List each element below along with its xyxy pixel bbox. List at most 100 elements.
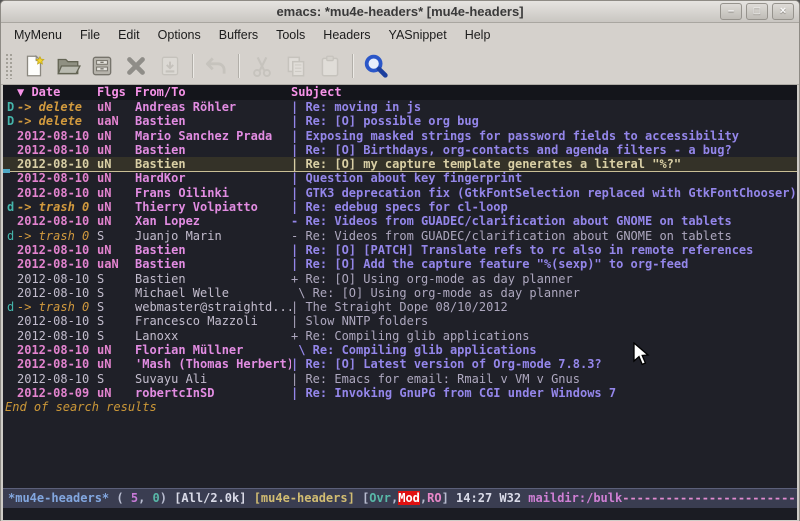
modeline-segment-tan: [mu4e-headers] [254,491,362,505]
save-as-button [153,50,187,82]
header-date-col[interactable]: ▼ Date [17,85,97,100]
new-file-button[interactable] [17,50,51,82]
message-flags: uN [97,214,135,228]
message-flags: uN [97,357,135,371]
message-subject: | Re: Emacs for email: Rmail v VM v Gnus [291,372,797,386]
modeline-segment-base: ) [160,491,174,505]
message-row[interactable]: 2012-08-10uNFrans Oilinki| GTK3 deprecat… [3,186,797,200]
message-row[interactable]: 2012-08-10uNBastien| Re: [O] Birthdays, … [3,143,797,157]
message-from: Bastien [135,243,291,257]
message-row[interactable]: 2012-08-10SLanoxx+ Re: Compiling glib ap… [3,329,797,343]
message-flags: uN [97,171,135,185]
message-row[interactable]: 2012-08-10uNFlorian Müllner \ Re: Compil… [3,343,797,357]
message-subject: | Question about key fingerprint [291,171,797,185]
toolbar-separator [192,54,194,78]
message-marker [3,329,17,343]
message-date: 2012-08-10 [17,129,97,143]
message-row[interactable]: 2012-08-10uNMario Sanchez Prada| Exposin… [3,129,797,143]
toolbar-separator [352,54,354,78]
message-row[interactable]: D-> deleteuNAndreas Röhler| Re: moving i… [3,100,797,114]
close-buffer-icon [123,53,149,79]
message-row[interactable]: D-> deleteuaNBastien| Re: [O] possible o… [3,114,797,128]
minimize-button[interactable]: – [720,3,742,20]
message-row[interactable]: d-> trash 0SJuanjo Marin- Re: Videos fro… [3,229,797,243]
message-subject: | Slow NNTP folders [291,314,797,328]
open-folder-button[interactable] [51,50,85,82]
message-row[interactable]: 2012-08-10uNHardKor| Question about key … [3,171,797,185]
menu-item-yasnippet[interactable]: YASnippet [380,25,456,45]
menu-item-buffers[interactable]: Buffers [210,25,267,45]
toolbar-separator [238,54,240,78]
message-date: 2012-08-10 [17,186,97,200]
message-row[interactable]: 2012-08-10uNBastien| Re: [O] my capture … [3,157,797,171]
menu-item-headers[interactable]: Headers [314,25,379,45]
message-row[interactable]: 2012-08-10uNXan Lopez- Re: Videos from G… [3,214,797,228]
message-from: Francesco Mazzoli [135,314,291,328]
header-marker-col [3,85,17,100]
message-from: Bastien [135,114,291,128]
modeline-segment-base: ( [116,491,130,505]
save-buffer-button[interactable] [85,50,119,82]
message-marker [3,343,17,357]
message-flags: S [97,229,135,243]
save-as-icon [157,53,183,79]
search-button[interactable] [359,50,393,82]
message-from: HardKor [135,171,291,185]
message-marker [3,143,17,157]
menu-item-file[interactable]: File [71,25,109,45]
headers-header-line: ▼ Date Flgs From/To Subject [3,85,797,100]
message-marker: D [3,114,17,128]
modeline-segment-base: , [138,491,152,505]
message-row[interactable]: d-> trash 0uNThierry Volpiatto| Re: edeb… [3,200,797,214]
message-row[interactable]: 2012-08-09uNrobertcInSD| Re: Invoking Gn… [3,386,797,400]
message-date: -> trash 0 [17,200,97,214]
modeline-segment-pink: 5 [131,491,138,505]
echo-area[interactable] [3,508,797,520]
message-row[interactable]: 2012-08-10uNBastien| Re: [O] [PATCH] Tra… [3,243,797,257]
message-subject: | Re: moving in js [291,100,797,114]
menu-item-options[interactable]: Options [149,25,210,45]
message-from: Juanjo Marin [135,229,291,243]
message-row[interactable]: 2012-08-10uN'Mash (Thomas Herbert)| Re: … [3,357,797,371]
message-flags: S [97,286,135,300]
message-row[interactable]: 2012-08-10uaNBastien| Re: [O] Add the ca… [3,257,797,271]
toolbar-drag-handle[interactable] [5,53,13,79]
message-row[interactable]: 2012-08-10SMichael Welle \ Re: [O] Using… [3,286,797,300]
header-flags-col[interactable]: Flgs [97,85,135,100]
message-row[interactable]: 2012-08-10SFrancesco Mazzoli| Slow NNTP … [3,314,797,328]
maximize-button[interactable]: □ [746,3,768,20]
paste-icon [317,53,343,79]
menu-item-mymenu[interactable]: MyMenu [5,25,71,45]
search-icon [362,52,390,80]
message-from: Florian Müllner [135,343,291,357]
open-folder-icon [55,53,81,79]
titlebar[interactable]: emacs: *mu4e-headers* [mu4e-headers] – □… [1,1,799,23]
modeline-segment-buffer: *mu4e-headers* [8,491,116,505]
cut-button [245,50,279,82]
maximize-icon: □ [754,6,761,17]
header-from-col[interactable]: From/To [135,85,291,100]
menu-item-help[interactable]: Help [456,25,500,45]
paste-button [313,50,347,82]
message-row[interactable]: 2012-08-10SSuvayu Ali| Re: Emacs for ema… [3,372,797,386]
modeline-segment-dashes: ----------------------------------------… [622,491,797,505]
message-row[interactable]: d-> trash 0Swebmaster@straightd...| The … [3,300,797,314]
window-controls: – □ × [720,3,794,20]
empty-buffer-area [3,415,797,488]
message-from: Lanoxx [135,329,291,343]
message-row[interactable]: 2012-08-10SBastien+ Re: [O] Using org-mo… [3,272,797,286]
message-date: -> delete [17,114,97,128]
close-buffer-button[interactable] [119,50,153,82]
message-flags: uaN [97,257,135,271]
message-from: robertcInSD [135,386,291,400]
menu-item-edit[interactable]: Edit [109,25,149,45]
message-flags: uN [97,386,135,400]
message-flags: uN [97,157,135,171]
message-from: Michael Welle [135,286,291,300]
message-from: 'Mash (Thomas Herbert) [135,357,291,371]
header-subject-col[interactable]: Subject [291,85,342,100]
mode-line[interactable]: *mu4e-headers* ( 5, 0) [All/2.0k] [mu4e-… [3,488,797,508]
message-flags: uN [97,100,135,114]
close-button[interactable]: × [772,3,794,20]
menu-item-tools[interactable]: Tools [267,25,314,45]
